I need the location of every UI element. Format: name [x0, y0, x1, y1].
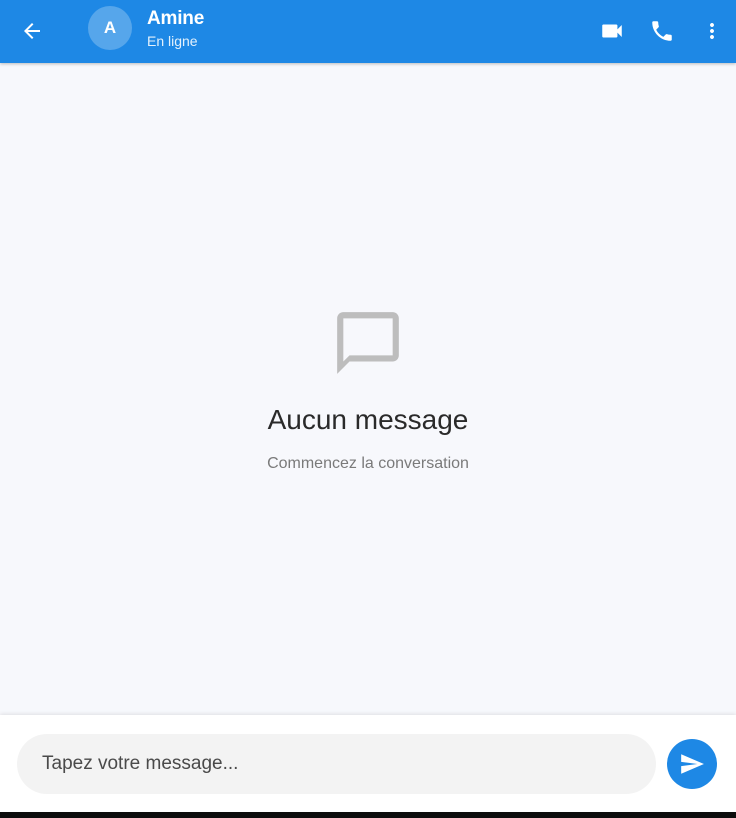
back-arrow-icon — [24, 23, 40, 39]
more-options-button[interactable] — [692, 11, 732, 51]
contact-status: En ligne — [147, 33, 198, 49]
phone-icon — [652, 21, 672, 41]
message-input[interactable] — [17, 734, 656, 794]
video-camera-icon — [602, 24, 622, 38]
app-bar: A Amine En ligne — [0, 0, 736, 63]
more-vertical-icon — [710, 23, 714, 39]
video-call-button[interactable] — [592, 11, 632, 51]
chat-bubble-icon — [331, 306, 405, 385]
bottom-edge — [0, 812, 736, 818]
avatar-initial: A — [103, 18, 117, 37]
send-button[interactable] — [667, 739, 717, 789]
message-list[interactable]: Aucun message Commencez la conversation — [0, 63, 736, 715]
message-composer — [0, 715, 736, 812]
back-button[interactable] — [12, 11, 52, 51]
send-icon — [681, 754, 704, 774]
voice-call-button[interactable] — [642, 11, 682, 51]
empty-state-subtitle: Commencez la conversation — [267, 455, 469, 472]
contact-name: Amine — [147, 8, 205, 29]
avatar[interactable]: A — [88, 6, 132, 50]
empty-state-title: Aucun message — [267, 404, 469, 435]
